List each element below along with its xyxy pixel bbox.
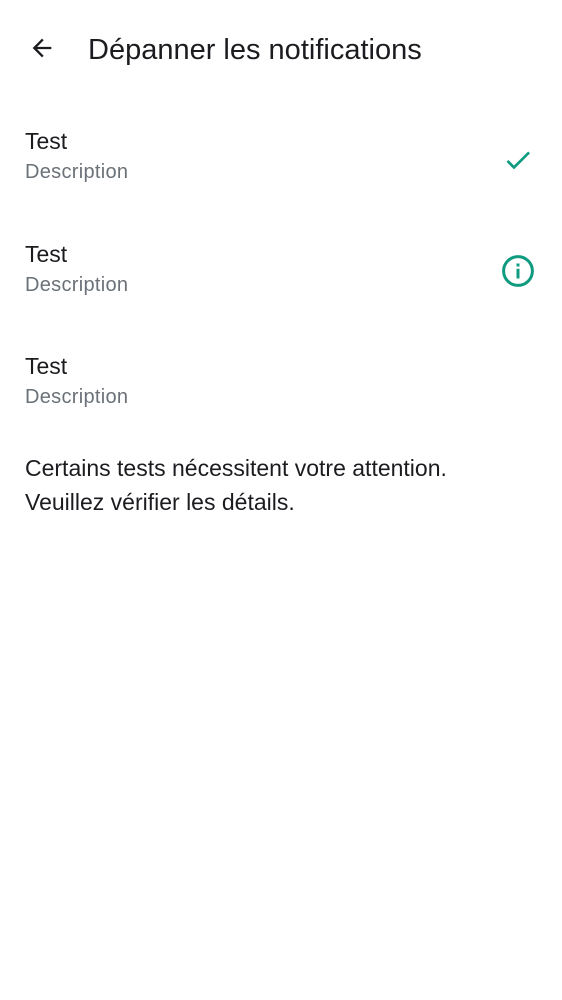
page-title: Dépanner les notifications [88, 34, 422, 66]
summary-text: Certains tests nécessitent votre attenti… [25, 451, 540, 519]
test-row-3[interactable]: Test Description [0, 337, 562, 449]
test-title: Test [25, 241, 68, 267]
test-description: Description [25, 386, 129, 408]
test-title: Test [25, 128, 68, 154]
check-icon [498, 140, 538, 180]
info-icon[interactable] [498, 251, 538, 291]
summary-line-2: Veuillez vérifier les détails. [25, 489, 295, 515]
arrow-back-icon [28, 34, 56, 67]
test-row-1[interactable]: Test Description [0, 112, 562, 224]
summary-line-1: Certains tests nécessitent votre attenti… [25, 455, 447, 481]
test-description: Description [25, 274, 129, 296]
test-description: Description [25, 161, 129, 183]
test-title: Test [25, 353, 68, 379]
top-app-bar: Dépanner les notifications [0, 0, 562, 100]
test-row-2[interactable]: Test Description [0, 225, 562, 337]
back-button[interactable] [20, 28, 64, 72]
